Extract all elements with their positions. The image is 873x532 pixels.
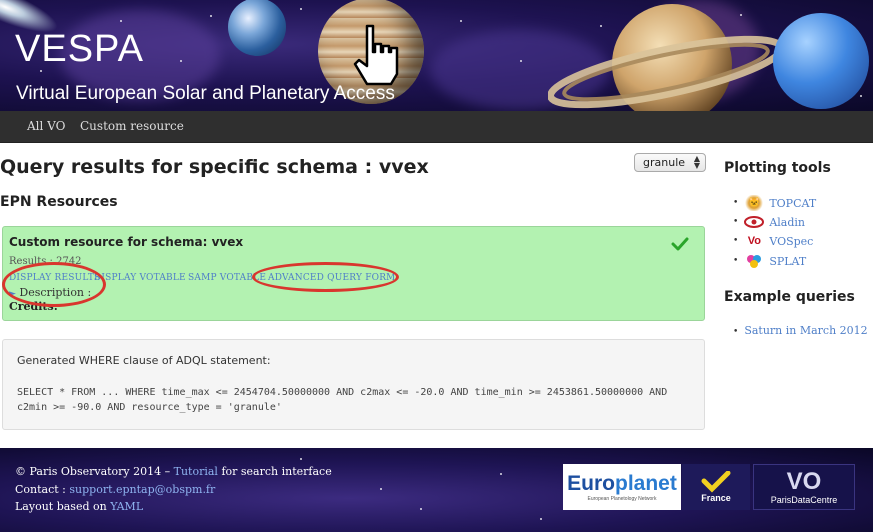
schema-type-select[interactable]: granule ▲ ▼ (634, 153, 706, 172)
neptune-image (773, 13, 869, 109)
example-queries-heading: Example queries (724, 289, 855, 305)
tool-link-vospec[interactable]: VOSpec (769, 235, 813, 248)
adql-line-1: SELECT * FROM ... WHERE time_max <= 2454… (17, 387, 668, 398)
adql-line-2: c2min >= -90.0 AND resource_type = 'gran… (17, 402, 282, 413)
highlight-ellipse-advanced-query (252, 262, 399, 292)
earth-image (228, 0, 286, 56)
layout-label: Layout based on (15, 500, 111, 513)
tool-item-topcat: • 🐱 TOPCAT (733, 195, 817, 211)
page-title: Query results for specific schema : vvex (0, 156, 429, 178)
hand-cursor-icon (353, 24, 399, 86)
tool-link-aladin[interactable]: Aladin (769, 216, 805, 229)
footer-copyright: © Paris Observatory 2014 – Tutorial for … (15, 465, 332, 478)
topcat-logo-icon: 🐱 (744, 195, 765, 211)
splat-logo-icon (744, 253, 764, 269)
site-subtitle: Virtual European Solar and Planetary Acc… (16, 83, 395, 104)
tool-item-aladin: • Aladin (733, 214, 805, 230)
paris-data-centre-logo[interactable]: VO ParisDataCentre (753, 464, 855, 510)
france-text: France (701, 493, 731, 503)
copyright-suffix-text: for search interface (217, 465, 332, 478)
tool-link-topcat[interactable]: TOPCAT (769, 197, 816, 210)
contact-email-link[interactable]: support.epntap@obspm.fr (69, 483, 215, 496)
yaml-link[interactable]: YAML (110, 500, 143, 513)
top-navbar: All VO Custom resource (0, 111, 873, 143)
check-icon (671, 237, 689, 251)
tutorial-link[interactable]: Tutorial (174, 465, 218, 478)
aladin-logo-icon (744, 214, 765, 230)
europlanet-text-left: Euro (567, 472, 615, 495)
adql-label: Generated WHERE clause of ADQL statement… (17, 354, 271, 367)
tool-item-splat: • SPLAT (733, 253, 807, 269)
adql-panel: Generated WHERE clause of ADQL statement… (2, 339, 705, 430)
site-title: VESPA (15, 28, 144, 70)
footer-layout: Layout based on YAML (15, 500, 143, 513)
europlanet-text-right: planet (615, 472, 677, 495)
resource-title: Custom resource for schema: vvex (9, 235, 244, 249)
select-arrows-icon: ▲ ▼ (693, 154, 700, 170)
vo-text: VO (786, 468, 822, 495)
plotting-tools-heading: Plotting tools (724, 160, 831, 176)
highlight-ellipse-display-results (2, 262, 106, 307)
display-votable-link[interactable]: DISPLAY VOTABLE (94, 273, 186, 283)
europlanet-tagline: European Planetology Network (587, 496, 657, 502)
footer-contact: Contact : support.epntap@obspm.fr (15, 483, 215, 496)
nav-item-all-vo[interactable]: All VO (27, 119, 65, 133)
saturn-image (548, 4, 778, 111)
paris-data-centre-text: ParisDataCentre (770, 495, 838, 505)
france-logo[interactable]: France (682, 464, 750, 510)
copyright-text: © Paris Observatory 2014 – (15, 465, 174, 478)
example-query-link[interactable]: Saturn in March 2012 (744, 324, 867, 337)
tool-item-vospec: • Vo VOSpec (733, 234, 814, 248)
checkmark-logo-icon (701, 471, 731, 493)
europlanet-logo[interactable]: Europlanet European Planetology Network (563, 464, 681, 510)
contact-label: Contact : (15, 483, 70, 496)
vospec-logo-icon: Vo (747, 235, 761, 247)
schema-select-value: granule (643, 156, 686, 169)
header-banner: VESPA Virtual European Solar and Planeta… (0, 0, 873, 111)
section-title: EPN Resources (0, 194, 118, 210)
tool-link-splat[interactable]: SPLAT (769, 255, 806, 268)
nav-item-custom-resource[interactable]: Custom resource (80, 119, 184, 133)
adql-statement: SELECT * FROM ... WHERE time_max <= 2454… (17, 385, 697, 415)
footer: © Paris Observatory 2014 – Tutorial for … (0, 448, 873, 532)
example-query-item: • Saturn in March 2012 (733, 324, 868, 337)
